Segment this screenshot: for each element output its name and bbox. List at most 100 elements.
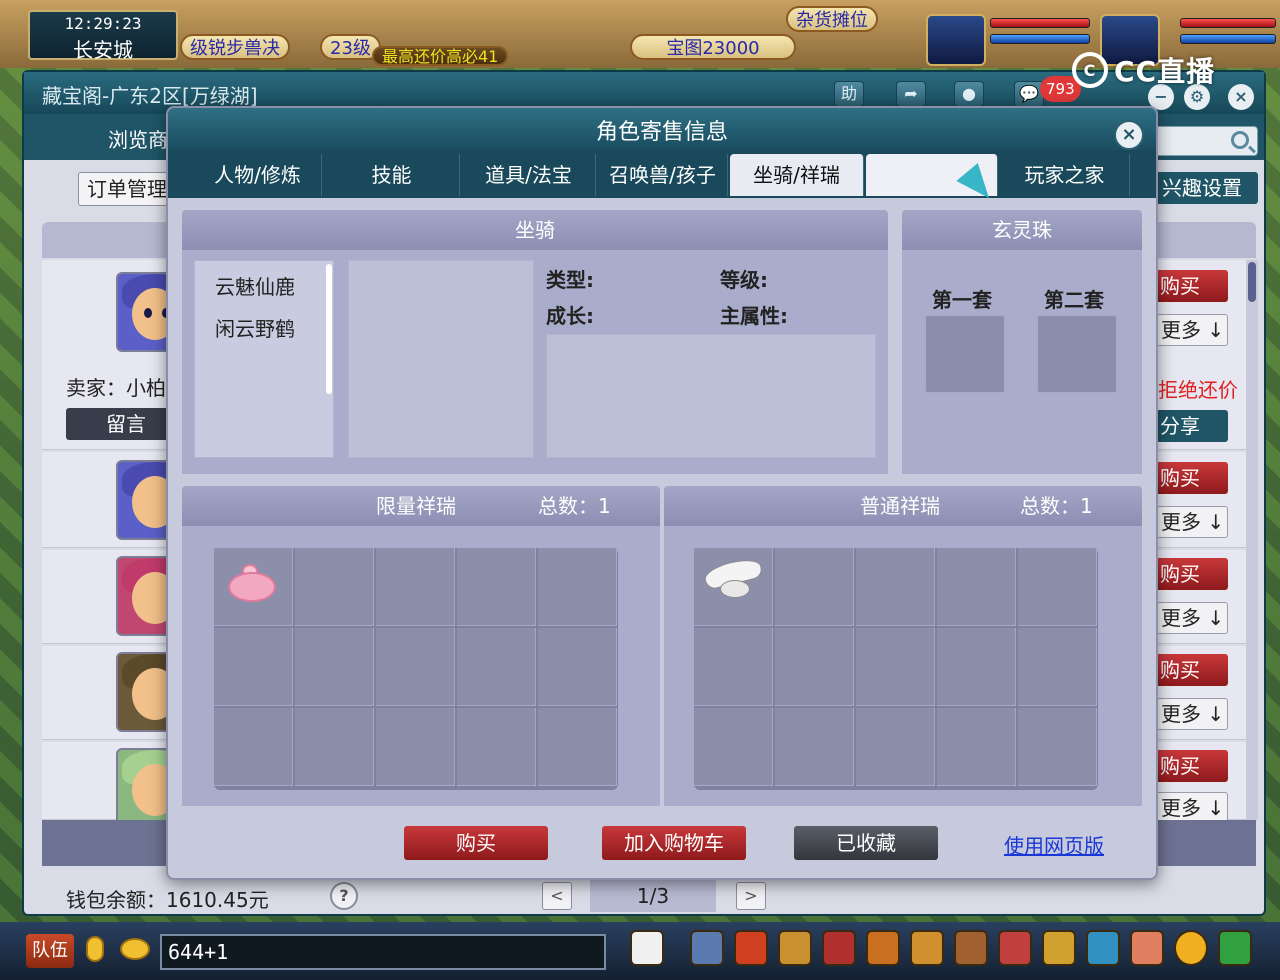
buy-button[interactable]: 购买 <box>1156 558 1228 590</box>
nav-browse[interactable]: 浏览商 <box>108 124 168 153</box>
page-indicator: 1/3 <box>590 880 716 912</box>
grid-cell[interactable] <box>937 548 1016 626</box>
more-button[interactable]: 更多 ↓ <box>1156 698 1228 730</box>
tab-summons[interactable]: 召唤兽/孩子 <box>598 154 728 196</box>
tab-character[interactable]: 人物/修炼 <box>194 154 322 196</box>
share-button[interactable]: 分享 <box>1156 410 1228 442</box>
share-arrow-icon[interactable]: ➦ <box>896 81 926 107</box>
orb-slot-2[interactable] <box>1036 314 1118 394</box>
grid-cell[interactable] <box>1018 628 1097 706</box>
grid-cell[interactable] <box>937 708 1016 786</box>
grid-cell[interactable] <box>538 548 617 626</box>
grid-cell[interactable] <box>538 628 617 706</box>
sword-icon[interactable] <box>690 930 724 966</box>
arrow-down-icon: ↓ <box>1207 510 1225 534</box>
white-crane-mount-icon[interactable] <box>698 555 764 608</box>
help-button[interactable]: 助 <box>834 81 864 107</box>
more-button[interactable]: 更多 ↓ <box>1156 314 1228 346</box>
use-web-version-link[interactable]: 使用网页版 <box>1004 830 1104 859</box>
add-to-cart-button[interactable]: 加入购物车 <box>602 826 746 860</box>
grid-cell[interactable] <box>376 708 455 786</box>
grid-cell[interactable] <box>694 628 773 706</box>
grid-cell[interactable] <box>295 708 374 786</box>
grid-cell[interactable] <box>1018 708 1097 786</box>
chat-input[interactable]: 644+1 <box>160 934 606 970</box>
mount-item-yunmei[interactable]: 云魅仙鹿 <box>215 271 295 300</box>
team-button[interactable]: 队伍 <box>26 934 74 968</box>
tab-skills[interactable]: 技能 <box>324 154 460 196</box>
more-button[interactable]: 更多 ↓ <box>1156 506 1228 538</box>
interest-settings-button[interactable]: 兴趣设置 <box>1156 172 1258 204</box>
grid-cell[interactable] <box>295 548 374 626</box>
grid-cell[interactable] <box>775 548 854 626</box>
bell-icon[interactable] <box>1042 930 1076 966</box>
help-circle-icon[interactable]: ? <box>330 882 358 910</box>
player-hp-bar <box>1180 18 1276 28</box>
chat-icon[interactable] <box>120 938 150 960</box>
arrow-down-icon: ↓ <box>1207 318 1225 342</box>
mount-type-label: 类型: <box>546 268 594 292</box>
map-icon[interactable] <box>910 930 944 966</box>
quest-tracker-4[interactable]: 杂货摊位 <box>786 6 878 32</box>
grid-cell[interactable] <box>694 708 773 786</box>
grid-cell[interactable] <box>937 628 1016 706</box>
grid-cell[interactable] <box>376 548 455 626</box>
normal-ruyi-grid <box>694 548 1098 790</box>
gift-icon[interactable] <box>998 930 1032 966</box>
order-manage-button[interactable]: 订单管理 <box>78 172 168 206</box>
bag-icon[interactable] <box>778 930 812 966</box>
grid-cell[interactable] <box>1018 548 1097 626</box>
grid-cell[interactable] <box>214 708 293 786</box>
pet-shortcut-icon[interactable] <box>630 930 664 966</box>
mount-item-xianyun[interactable]: 闲云野鹤 <box>215 313 295 342</box>
grid-cell[interactable] <box>376 628 455 706</box>
grid-cell[interactable] <box>775 628 854 706</box>
search-input[interactable] <box>1154 126 1258 156</box>
tab-items[interactable]: 道具/法宝 <box>462 154 596 196</box>
mail-icon[interactable] <box>1086 930 1120 966</box>
buy-button[interactable]: 购买 <box>404 826 548 860</box>
chest-icon[interactable] <box>734 930 768 966</box>
pink-pig-mount-icon[interactable] <box>222 564 280 606</box>
grid-cell[interactable] <box>295 628 374 706</box>
buy-button[interactable]: 购买 <box>1156 270 1228 302</box>
grid-cell[interactable] <box>694 548 773 626</box>
smile-icon[interactable] <box>1174 930 1208 966</box>
list-scrollbar-thumb[interactable] <box>1248 262 1256 302</box>
peach-icon[interactable] <box>1130 930 1164 966</box>
grid-cell[interactable] <box>214 548 293 626</box>
list-scrollbar[interactable] <box>1246 260 1258 820</box>
skill-icon[interactable] <box>822 930 856 966</box>
tab-mounts[interactable]: 坐骑/祥瑞 <box>730 154 864 196</box>
tab-player-home[interactable]: 玩家之家 <box>1000 154 1130 196</box>
microphone-icon[interactable] <box>86 936 104 962</box>
scroll-icon[interactable] <box>954 930 988 966</box>
quest-tracker-1[interactable]: 级锐步兽决 <box>180 34 290 60</box>
quest-tracker-3[interactable]: 宝图23000 <box>630 34 796 60</box>
grid-cell[interactable] <box>457 628 536 706</box>
grid-cell[interactable] <box>856 628 935 706</box>
system-icon[interactable] <box>1218 930 1252 966</box>
team-icon[interactable] <box>866 930 900 966</box>
grid-cell[interactable] <box>214 628 293 706</box>
pet-portrait[interactable] <box>926 14 986 66</box>
prev-page-button[interactable]: < <box>542 882 572 910</box>
grid-cell[interactable] <box>457 548 536 626</box>
favorited-button[interactable]: 已收藏 <box>794 826 938 860</box>
search-icon[interactable] <box>1231 131 1249 149</box>
grid-cell[interactable] <box>856 708 935 786</box>
grid-cell[interactable] <box>457 708 536 786</box>
buy-button[interactable]: 购买 <box>1156 750 1228 782</box>
orb-slot-1[interactable] <box>924 314 1006 394</box>
mount-list[interactable]: 云魅仙鹿 闲云野鹤 <box>194 260 334 458</box>
buy-button[interactable]: 购买 <box>1156 654 1228 686</box>
record-icon[interactable]: ● <box>954 81 984 107</box>
more-button[interactable]: 更多 ↓ <box>1156 602 1228 634</box>
buy-button[interactable]: 购买 <box>1156 462 1228 494</box>
grid-cell[interactable] <box>538 708 617 786</box>
grid-cell[interactable] <box>856 548 935 626</box>
modal-close-button[interactable]: × <box>1114 120 1144 150</box>
grid-cell[interactable] <box>775 708 854 786</box>
next-page-button[interactable]: > <box>736 882 766 910</box>
mount-list-scrollbar[interactable] <box>326 264 332 394</box>
